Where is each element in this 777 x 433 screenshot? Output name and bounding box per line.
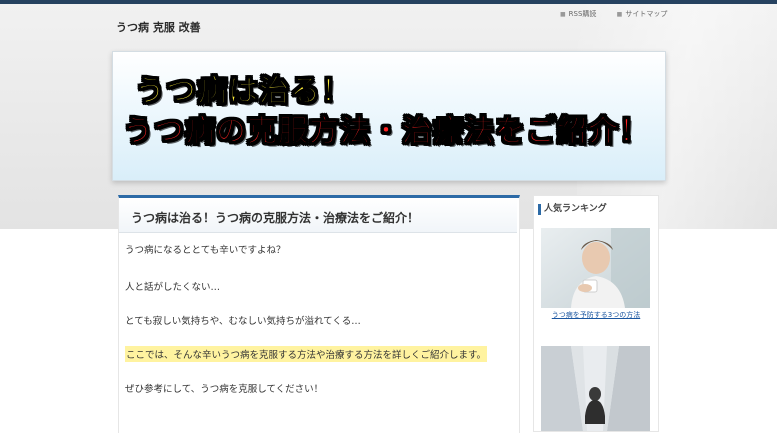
article-paragraph: 人と話がしたくない… xyxy=(125,282,221,293)
ranking-link[interactable]: うつ病を予防する3つの方法 xyxy=(534,310,658,320)
article-paragraph: とても寂しい気持ちや、むなしい気持ちが溢れてくる… xyxy=(125,316,361,327)
banner-subheadline: うつ病の克服方法・治療法をご紹介！ xyxy=(123,114,650,150)
article-paragraph: うつ病になるととても辛いですよね？ xyxy=(125,245,286,256)
banner-headline: うつ病は治る！ xyxy=(135,74,352,110)
top-links: ■ RSS購読 ■ サイトマップ xyxy=(560,9,685,19)
article-paragraph: ぜひ参考にして、うつ病を克服してください！ xyxy=(125,384,324,395)
sitemap-link-label: サイトマップ xyxy=(625,10,668,18)
sitemap-link[interactable]: ■ サイトマップ xyxy=(617,10,668,18)
rss-link-label: RSS購読 xyxy=(568,10,597,18)
ranking-heading: 人気ランキング xyxy=(538,204,607,215)
woman-with-cup-image[interactable] xyxy=(541,228,650,308)
sitemap-bullet-icon: ■ xyxy=(616,11,623,18)
site-title[interactable]: うつ病 克服 改善 xyxy=(116,19,201,35)
main-article: うつ病は治る！うつ病の克服方法・治療法をご紹介！ うつ病になるととても辛いですよ… xyxy=(118,195,520,433)
article-title-bar: うつ病は治る！うつ病の克服方法・治療法をご紹介！ xyxy=(119,198,517,233)
header-banner[interactable]: うつ病は治る！ うつ病の克服方法・治療法をご紹介！ xyxy=(112,51,666,181)
article-title: うつ病は治る！うつ病の克服方法・治療法をご紹介！ xyxy=(131,211,420,225)
person-between-walls-image[interactable] xyxy=(541,346,650,431)
article-paragraph-highlight: ここでは、そんな辛いうつ病を克服する方法や治療する方法を詳しくご紹介します。 xyxy=(125,346,488,362)
rss-bullet-icon: ■ xyxy=(560,11,566,18)
rss-link[interactable]: ■ RSS購読 xyxy=(560,10,596,18)
sidebar: 人気ランキング うつ病を予防する3つの方法 xyxy=(533,195,659,432)
